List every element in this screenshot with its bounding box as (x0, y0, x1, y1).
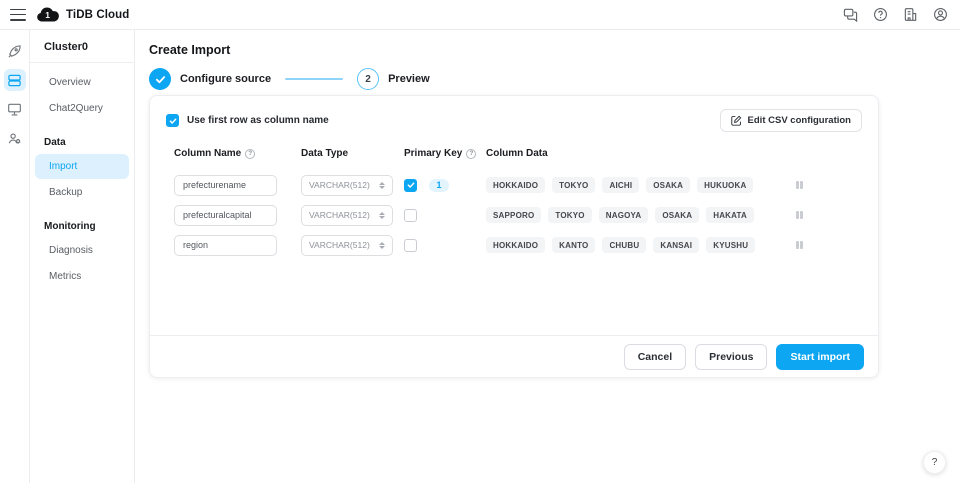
step1-done-check-icon (149, 68, 171, 90)
column-name-input[interactable] (174, 204, 277, 226)
primary-key-checkbox[interactable] (404, 178, 417, 192)
table-row: VARCHAR(512) HOKKAIDO KANTO CHUBU KANSAI… (174, 230, 862, 260)
sidebar-item-overview[interactable]: Overview (35, 70, 129, 95)
step1-label: Configure source (180, 73, 272, 85)
brand[interactable]: 1 TiDB Cloud (36, 6, 129, 23)
data-chip: HOKKAIDO (486, 237, 546, 253)
icon-rail (0, 30, 30, 483)
step2-circle: 2 (357, 68, 380, 90)
sidebar-section-data: Data (44, 137, 66, 148)
data-chip: KANTO (552, 237, 596, 253)
org-icon[interactable] (902, 7, 918, 23)
header-primary-key: Primary Key ? (404, 148, 486, 159)
data-chip: OSAKA (655, 207, 700, 223)
data-type-select[interactable]: VARCHAR(512) (301, 174, 393, 196)
cluster-name: Cluster0 (30, 30, 134, 63)
use-first-row-checkbox[interactable] (166, 114, 179, 127)
sidebar-section-monitoring: Monitoring (44, 221, 96, 232)
more-data-icon[interactable] (796, 211, 803, 219)
header-column-name: Column Name ? (174, 148, 301, 159)
menu-icon[interactable] (10, 8, 26, 21)
sidebar-item-backup[interactable]: Backup (35, 180, 129, 205)
monitor-icon[interactable] (4, 98, 26, 120)
data-chip: HAKATA (706, 207, 755, 223)
select-caret-icon (379, 241, 385, 249)
data-chip: TOKYO (552, 177, 596, 193)
select-caret-icon (379, 211, 385, 219)
sidebar-item-import[interactable]: Import (35, 154, 129, 179)
more-data-icon[interactable] (796, 181, 803, 189)
data-chip: KYUSHU (706, 237, 756, 253)
data-chip: AICHI (602, 177, 640, 193)
account-icon[interactable] (932, 7, 948, 23)
card-footer: Cancel Previous Start import (150, 335, 878, 377)
start-import-button[interactable]: Start import (776, 343, 864, 370)
column-name-help-icon[interactable]: ? (245, 148, 256, 159)
brand-name: TiDB Cloud (66, 8, 130, 21)
floating-help-button[interactable]: ? (923, 451, 946, 474)
people-icon[interactable] (4, 127, 26, 149)
header-data-type: Data Type (301, 148, 349, 159)
cancel-button[interactable]: Cancel (623, 343, 687, 370)
svg-text:1: 1 (45, 10, 50, 20)
data-type-value: VARCHAR(512) (309, 240, 370, 250)
data-chip: SAPPORO (486, 207, 542, 223)
rocket-icon[interactable] (4, 40, 26, 62)
feedback-icon[interactable] (842, 7, 858, 23)
use-first-row-label: Use first row as column name (187, 115, 329, 126)
table-row: VARCHAR(512) 1 HOKKAIDO TOKYO AICHI OSAK… (174, 170, 862, 200)
page-title: Create Import (149, 43, 231, 57)
stepper-connector (285, 78, 344, 80)
data-chip: KANSAI (653, 237, 700, 253)
column-preview-table: Column Name ? Data Type Primary Key ? Co… (150, 132, 878, 260)
table-row: VARCHAR(512) SAPPORO TOKYO NAGOYA OSAKA … (174, 200, 862, 230)
primary-key-help-icon[interactable]: ? (466, 148, 477, 159)
primary-key-checkbox[interactable] (404, 208, 417, 222)
database-icon[interactable] (3, 69, 26, 91)
preview-card: Use first row as column name Edit CSV co… (149, 95, 879, 378)
data-type-value: VARCHAR(512) (309, 180, 370, 190)
data-chip: HUKUOKA (697, 177, 754, 193)
stepper: Configure source 2 Preview (149, 68, 960, 90)
data-chip: NAGOYA (598, 207, 649, 223)
data-chip: TOKYO (548, 207, 592, 223)
sidebar-item-metrics[interactable]: Metrics (35, 264, 129, 289)
header-column-data: Column Data (486, 148, 548, 159)
step2-label: Preview (388, 73, 430, 85)
main-content: Create Import Configure source 2 Preview… (135, 30, 960, 483)
column-name-input[interactable] (174, 234, 277, 256)
topbar: 1 TiDB Cloud (0, 0, 960, 30)
data-chip: OSAKA (646, 177, 691, 193)
sidebar-item-diagnosis[interactable]: Diagnosis (35, 238, 129, 263)
previous-button[interactable]: Previous (695, 343, 768, 370)
edit-csv-configuration-label: Edit CSV configuration (747, 115, 851, 126)
sidebar-item-chat2query[interactable]: Chat2Query (35, 96, 129, 121)
edit-csv-configuration-button[interactable]: Edit CSV configuration (719, 109, 862, 132)
edit-icon (730, 115, 741, 126)
data-chip: HOKKAIDO (486, 177, 546, 193)
tidb-cloud-logo-icon: 1 (36, 6, 60, 23)
cluster-sidebar: Cluster0 Overview Chat2Query Data Import… (30, 30, 135, 483)
data-type-select[interactable]: VARCHAR(512) (301, 234, 393, 256)
data-type-select[interactable]: VARCHAR(512) (301, 204, 393, 226)
primary-key-order-badge: 1 (429, 178, 450, 192)
data-chip: CHUBU (602, 237, 647, 253)
select-caret-icon (379, 181, 385, 189)
column-name-input[interactable] (174, 174, 277, 196)
data-type-value: VARCHAR(512) (309, 210, 370, 220)
primary-key-checkbox[interactable] (404, 238, 417, 252)
use-first-row-option[interactable]: Use first row as column name (166, 114, 329, 127)
help-icon[interactable] (872, 7, 888, 23)
more-data-icon[interactable] (796, 241, 803, 249)
